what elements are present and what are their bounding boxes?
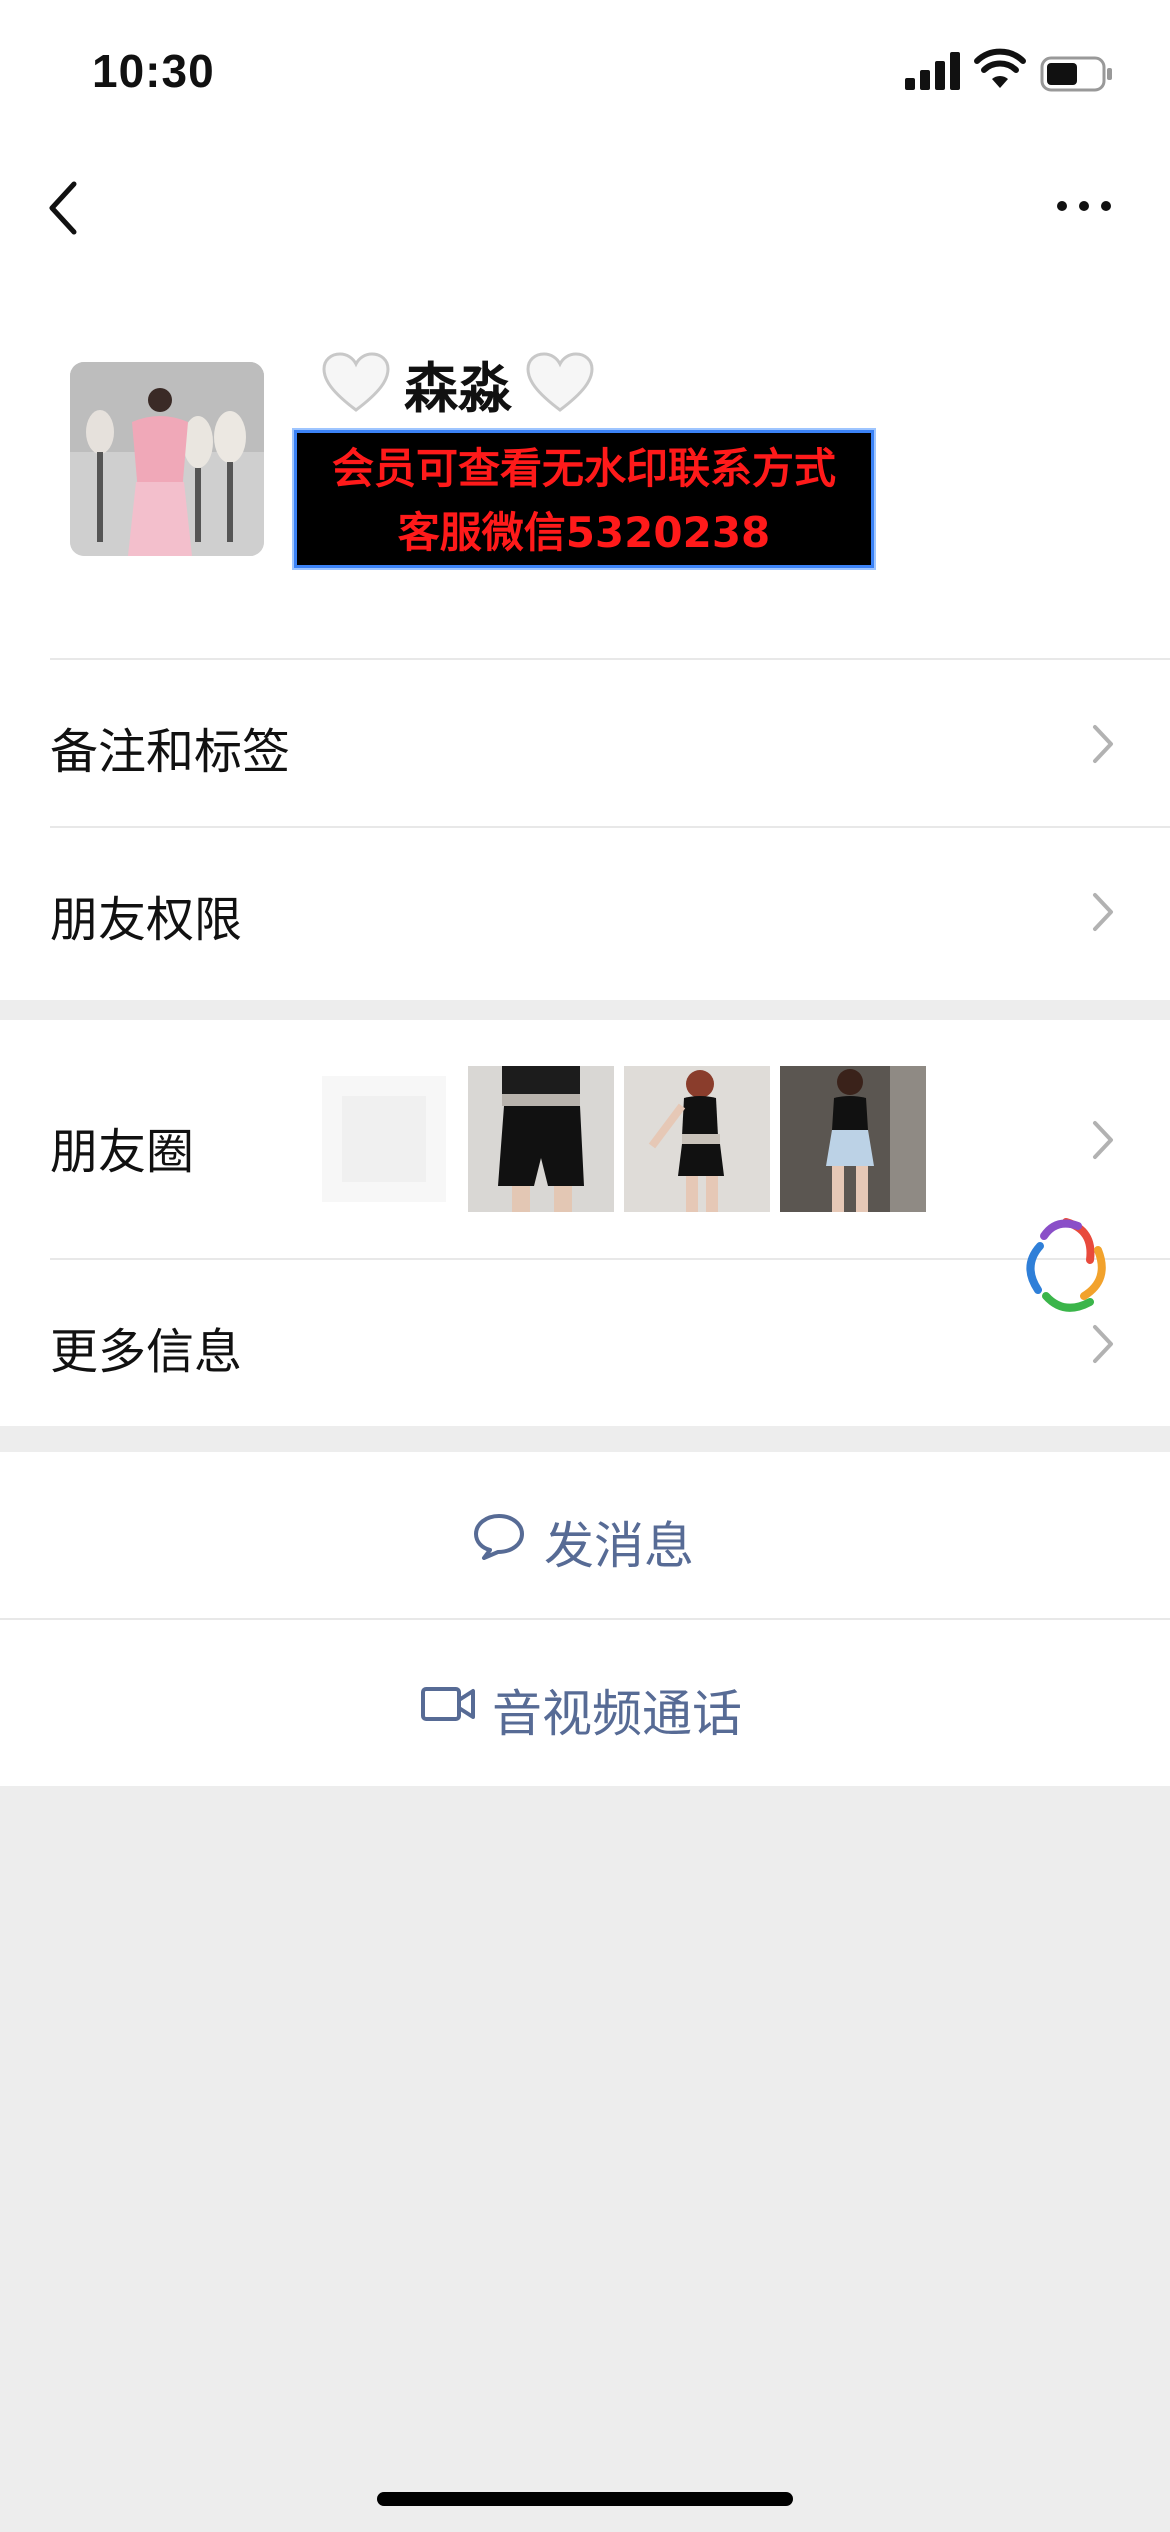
name-row: 森淼 bbox=[322, 348, 594, 420]
watermark-line-2: 客服微信5320238 bbox=[397, 508, 771, 557]
battery-icon bbox=[1040, 56, 1112, 92]
video-call-label: 音视频通话 bbox=[492, 1685, 742, 1743]
moments-label: 朋友圈 bbox=[50, 1124, 195, 1180]
avatar-image bbox=[70, 362, 264, 556]
send-message-label: 发消息 bbox=[544, 1517, 694, 1575]
more-options-icon[interactable] bbox=[1054, 196, 1114, 216]
video-camera-icon bbox=[421, 1687, 475, 1721]
home-indicator bbox=[377, 2492, 793, 2506]
watermark-banner: 会员可查看无水印联系方式 客服微信5320238 bbox=[292, 428, 876, 570]
chat-bubble-icon bbox=[474, 1514, 524, 1560]
moments-photo[interactable] bbox=[624, 1066, 770, 1212]
chevron-right-icon bbox=[1093, 1121, 1113, 1159]
send-message-button[interactable]: 发消息 bbox=[0, 1452, 1170, 1618]
friend-permissions-label: 朋友权限 bbox=[50, 892, 243, 948]
friend-permissions-row[interactable]: 朋友权限 bbox=[0, 828, 1170, 994]
watermark-logo-icon bbox=[1026, 1218, 1106, 1312]
moments-photo[interactable] bbox=[468, 1066, 614, 1212]
remark-tags-row[interactable]: 备注和标签 bbox=[0, 660, 1170, 826]
wifi-icon bbox=[974, 48, 1026, 88]
status-bar: 10:30 bbox=[0, 0, 1170, 140]
chevron-right-icon bbox=[1093, 893, 1113, 931]
more-info-label: 更多信息 bbox=[50, 1324, 243, 1380]
status-time: 10:30 bbox=[92, 45, 215, 97]
remark-tags-label: 备注和标签 bbox=[50, 724, 291, 780]
moments-photo-faded bbox=[322, 1076, 446, 1202]
video-call-button[interactable]: 音视频通话 bbox=[0, 1620, 1170, 1786]
contact-name: 森淼 bbox=[404, 356, 512, 420]
chevron-right-icon bbox=[1093, 725, 1113, 763]
chevron-right-icon bbox=[1093, 1325, 1113, 1363]
avatar[interactable] bbox=[70, 362, 264, 556]
white-heart-icon bbox=[526, 352, 594, 412]
moments-photo[interactable] bbox=[780, 1066, 926, 1212]
back-arrow-icon[interactable] bbox=[44, 178, 84, 238]
more-info-row[interactable]: 更多信息 bbox=[0, 1260, 1170, 1426]
white-heart-icon bbox=[322, 352, 390, 412]
watermark-line-1: 会员可查看无水印联系方式 bbox=[331, 444, 836, 493]
cellular-signal-icon bbox=[905, 52, 960, 90]
